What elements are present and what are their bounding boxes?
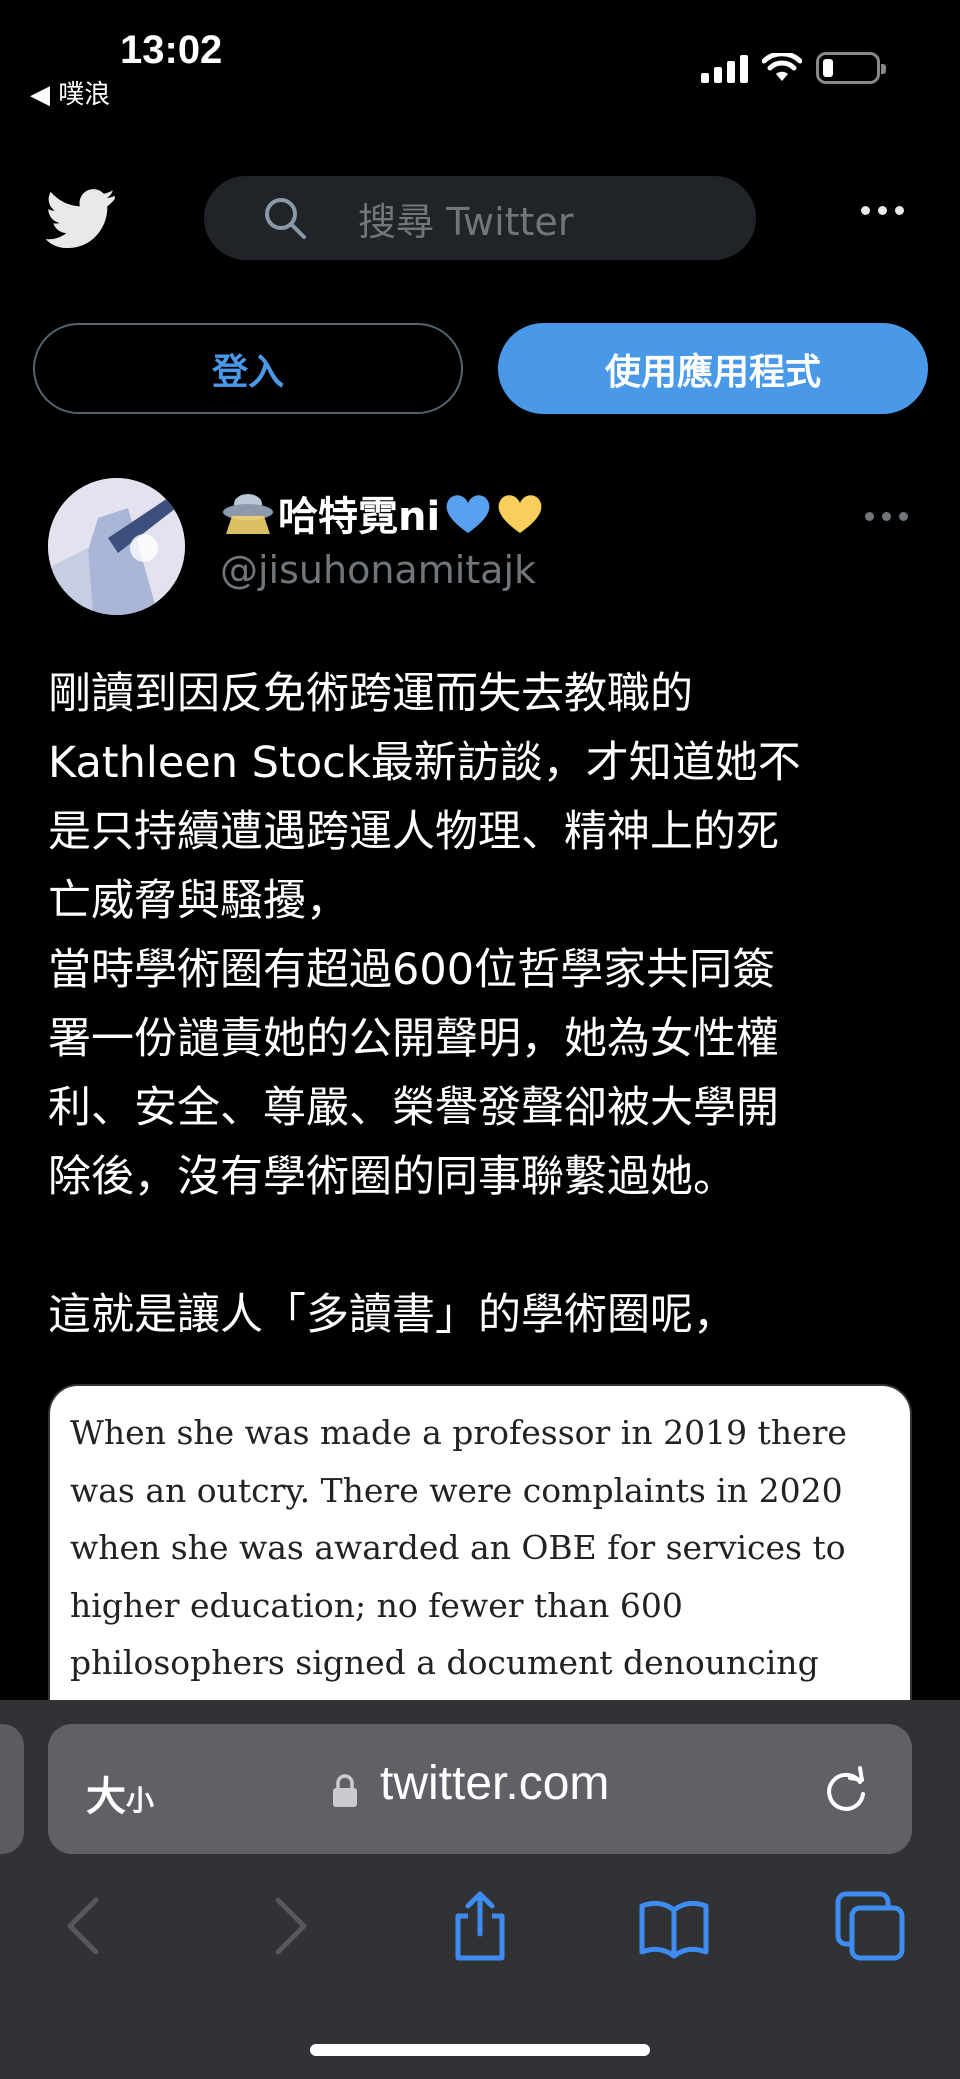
display-name-text: 哈特霓ni: [278, 494, 441, 540]
wifi-icon: [762, 53, 802, 81]
battery-icon: [816, 52, 886, 84]
text-size-button[interactable]: 大小: [86, 1764, 154, 1822]
twitter-bird-icon[interactable]: [46, 188, 116, 248]
more-dots-icon[interactable]: [861, 206, 904, 215]
blue-heart-icon: [446, 495, 490, 533]
home-indicator[interactable]: [310, 2044, 650, 2056]
tweet-more-icon[interactable]: [865, 512, 908, 521]
lock-icon: [333, 1774, 357, 1807]
ufo-emoji-icon: [223, 494, 273, 534]
url-text: twitter.com: [380, 1757, 610, 1810]
display-name[interactable]: 哈特霓ni: [222, 484, 544, 542]
tweet-text: 剛讀到因反免術跨運而失去教職的 Kathleen Stock最新訪談，才知道她不…: [48, 669, 801, 1340]
status-icons: [701, 52, 886, 84]
back-arrow-icon[interactable]: [50, 1890, 122, 1962]
reload-icon[interactable]: [820, 1764, 872, 1816]
search-icon: [265, 198, 306, 239]
address-bar[interactable]: 大小 twitter.com: [48, 1724, 912, 1854]
status-time: 13:02: [120, 28, 223, 72]
yellow-heart-icon: [498, 495, 542, 533]
cellular-signal-icon: [701, 53, 748, 83]
login-button[interactable]: 登入: [33, 323, 463, 414]
share-icon[interactable]: [444, 1890, 516, 1962]
search-placeholder: 搜尋 Twitter: [358, 199, 574, 244]
tweet-image-text: When she was made a professor in 2019 th…: [70, 1413, 847, 1740]
forward-arrow-icon[interactable]: [252, 1890, 324, 1962]
bookmarks-icon[interactable]: [638, 1890, 710, 1962]
text-size-large: 大: [86, 1774, 126, 1820]
text-size-small: 小: [126, 1784, 155, 1817]
tabs-icon[interactable]: [834, 1890, 906, 1962]
search-input[interactable]: 搜尋 Twitter: [204, 176, 756, 260]
open-app-button[interactable]: 使用應用程式: [498, 323, 928, 414]
safari-toolbar: 大小 twitter.com: [0, 1700, 960, 2079]
back-to-app-link[interactable]: ◀ 噗浪: [30, 74, 110, 111]
previous-tab-peek[interactable]: [0, 1724, 24, 1854]
avatar[interactable]: [48, 478, 185, 615]
user-handle[interactable]: @jisuhonamitajk: [220, 548, 536, 592]
